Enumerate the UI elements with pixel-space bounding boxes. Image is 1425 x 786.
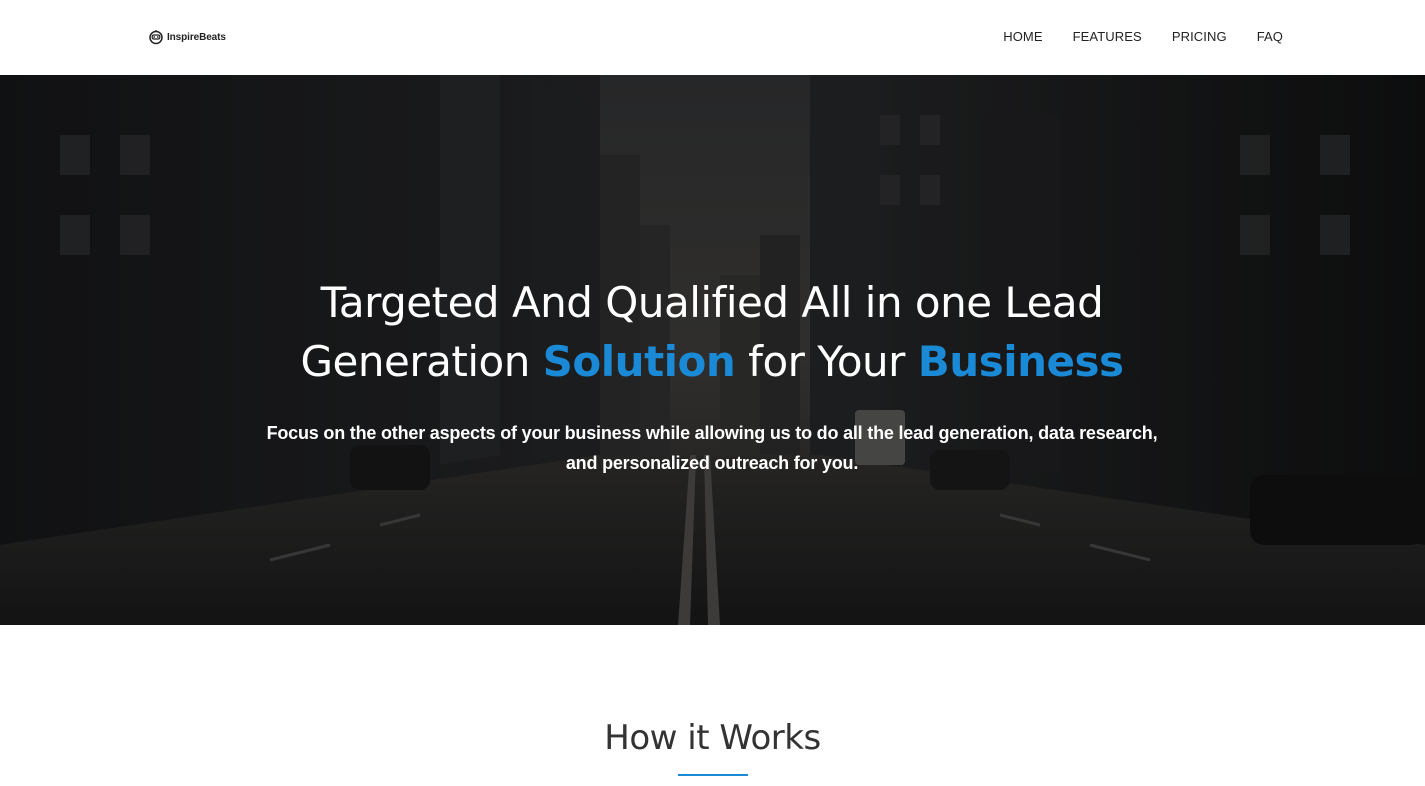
logo-text: InspireBeats	[167, 31, 226, 43]
nav-pricing[interactable]: PRICING	[1172, 29, 1227, 45]
hero-title-accent-solution: Solution	[542, 337, 736, 386]
hero-title-part2: for Your	[735, 337, 918, 386]
hero-section: Targeted And Qualified All in one Lead G…	[0, 75, 1425, 625]
site-header: InspireBeats HOME FEATURES PRICING FAQ	[0, 0, 1425, 75]
logo[interactable]: InspireBeats	[148, 27, 226, 47]
hero-title: Targeted And Qualified All in one Lead G…	[212, 273, 1212, 391]
main-nav: HOME FEATURES PRICING FAQ	[973, 29, 1283, 45]
robot-face-icon	[149, 30, 163, 45]
nav-features[interactable]: FEATURES	[1073, 29, 1142, 45]
hero-subtitle: Focus on the other aspects of your busin…	[266, 423, 1158, 473]
nav-home[interactable]: HOME	[1003, 29, 1042, 45]
nav-faq[interactable]: FAQ	[1257, 29, 1283, 45]
how-it-works-title: How it Works	[604, 718, 821, 758]
hero-title-accent-business: Business	[917, 337, 1124, 386]
section-title-underline	[678, 774, 748, 776]
